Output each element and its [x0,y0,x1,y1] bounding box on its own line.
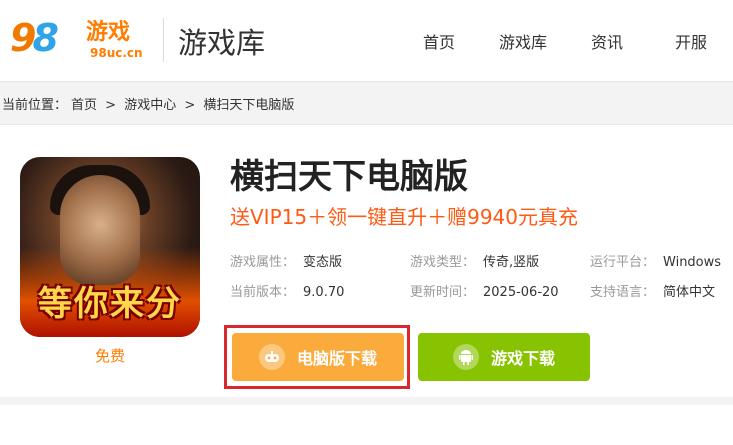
game-title: 横扫天下电脑版 [230,157,468,197]
gamepad-icon [258,344,285,370]
breadcrumb-separator: > [105,98,117,113]
pc-download-button[interactable]: 电脑版下载 [232,333,404,381]
logo-digits: 98 [10,16,59,60]
nav-server-open[interactable]: 开服 [649,29,733,53]
site-logo[interactable]: 98 游戏 98uc.cn [10,10,150,68]
breadcrumb-item-game-center[interactable]: 游戏中心 [124,98,176,113]
nav-home[interactable]: 首页 [397,29,481,53]
pc-download-label: 电脑版下载 [296,349,377,368]
next-section-card [0,405,733,445]
game-icon-caption: 等你来分 [38,284,182,324]
site-header: 98 游戏 98uc.cn 游戏库 首页 游戏库 资讯 开服 [0,0,733,82]
android-download-label: 游戏下载 [490,349,555,368]
attr-update-time: 更新时间： 2025-06-20 [410,285,559,300]
logo-game-text: 游戏 [86,20,131,45]
breadcrumb-separator: > [184,98,196,113]
android-download-button[interactable]: 游戏下载 [418,333,590,381]
attr-game-type: 游戏类型： 传奇,竖版 [410,255,540,270]
section-title: 游戏库 [178,26,266,60]
game-detail-card: 等你来分 免费 横扫天下电脑版 送VIP15＋领一键直升＋赠9940元真充 游戏… [0,124,733,397]
icon-character-face [60,175,140,285]
breadcrumb: 当前位置： 首页 > 游戏中心 > 横扫天下电脑版 [2,94,298,113]
breadcrumb-item-current: 横扫天下电脑版 [203,98,295,113]
attr-game-property: 游戏属性： 变态版 [230,255,343,270]
attr-version: 当前版本： 9.0.70 [230,285,345,300]
breadcrumb-prefix: 当前位置： [2,98,68,113]
attr-platform: 运行平台： Windows [590,255,722,270]
header-divider [163,18,164,62]
breadcrumb-item-home[interactable]: 首页 [71,98,97,113]
attr-language: 支持语言： 简体中文 [590,285,716,300]
game-icon-image: 等你来分 [20,157,200,337]
free-label: 免费 [94,347,125,365]
android-icon [452,344,479,370]
promo-text: 送VIP15＋领一键直升＋赠9940元真充 [230,205,578,229]
main-nav: 首页 游戏库 资讯 开服 [397,0,733,82]
logo-url: 98uc.cn [90,46,143,60]
nav-news[interactable]: 资讯 [565,29,649,53]
nav-game-library[interactable]: 游戏库 [481,29,565,53]
